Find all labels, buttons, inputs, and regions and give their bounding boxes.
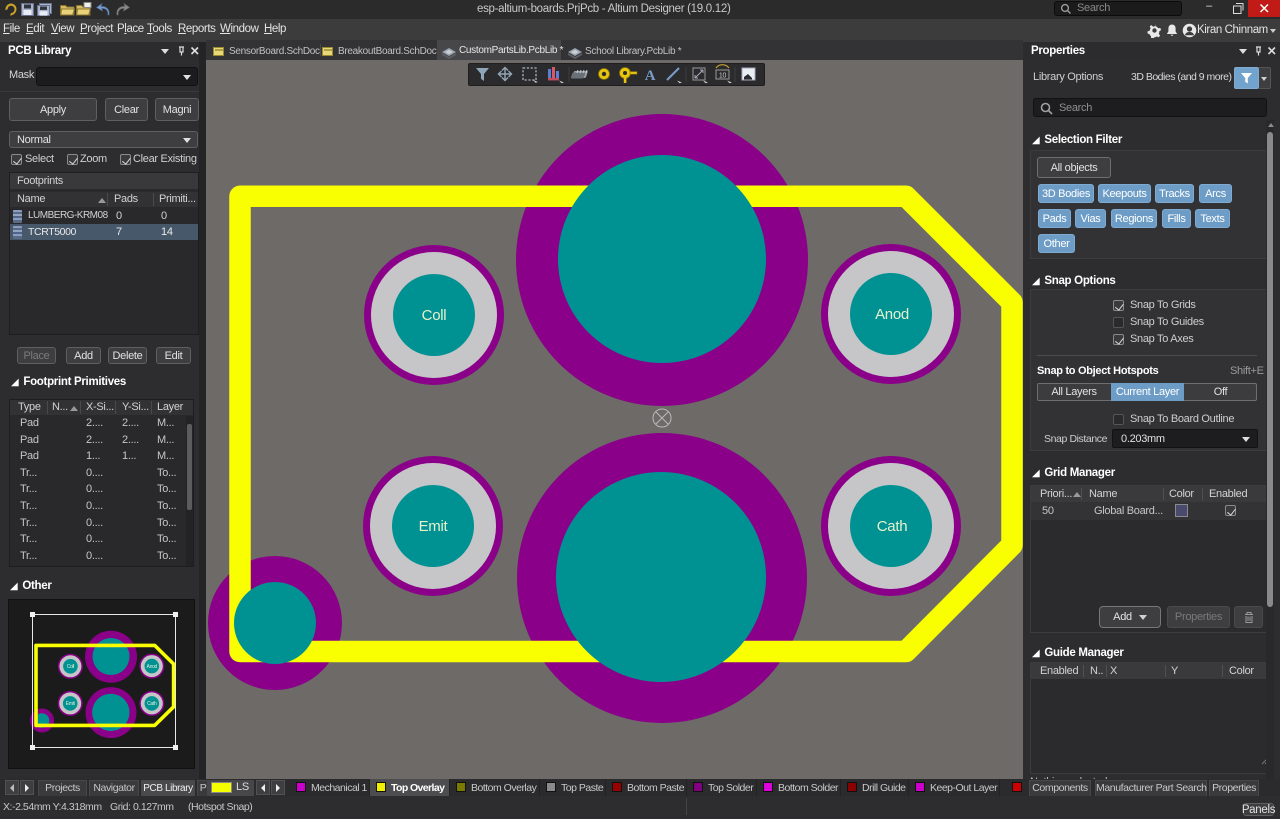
svg-text:Cath: Cath	[147, 701, 157, 707]
svg-text:A: A	[645, 68, 656, 84]
svg-text:Anod: Anod	[147, 664, 158, 670]
svg-text:Emit: Emit	[66, 701, 76, 707]
svg-text:Coll: Coll	[67, 664, 75, 670]
svg-text:Emit: Emit	[419, 518, 449, 535]
svg-text:Anod: Anod	[875, 306, 909, 323]
svg-text:Coll: Coll	[422, 307, 447, 324]
svg-text:Cath: Cath	[877, 518, 908, 535]
svg-text:10: 10	[719, 73, 727, 80]
